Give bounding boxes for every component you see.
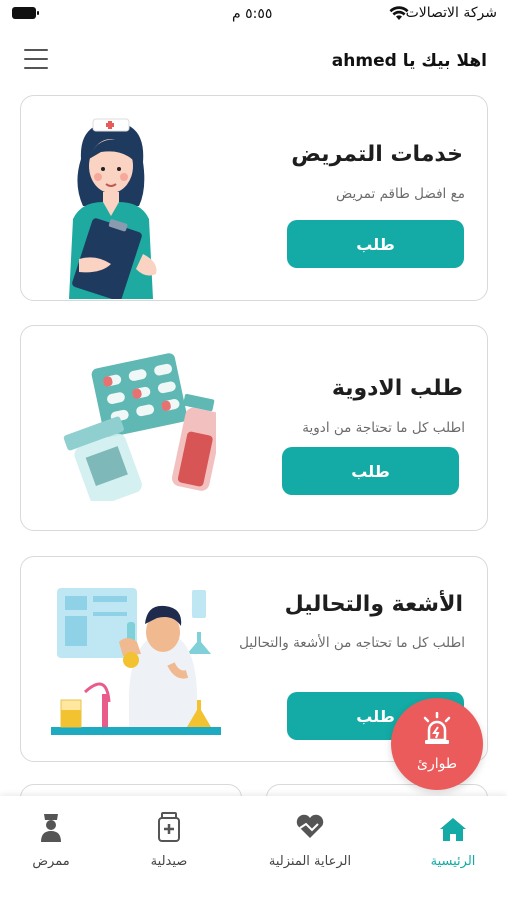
nav-label: ممرض (32, 854, 70, 869)
order-medicine-button[interactable]: طلب (282, 447, 459, 495)
card-title: طلب الادوية (331, 376, 463, 401)
nav-pharmacy[interactable]: صيدلية (114, 810, 224, 869)
emergency-button[interactable]: طوارئ (391, 698, 483, 790)
nurse-icon (41, 814, 61, 842)
medicine-illustration (63, 353, 216, 501)
card-subtitle: مع افضل طاقم تمريض (335, 186, 465, 202)
heart-hands-icon (296, 814, 324, 838)
nav-home[interactable]: الرئيسية (398, 810, 507, 869)
menu-icon[interactable] (24, 49, 48, 71)
card-title: الأشعة والتحاليل (284, 592, 463, 617)
card-title: خدمات التمريض (291, 142, 463, 167)
medicine-service-card: طلب الادوية اطلب كل ما تحتاجة من ادوية ط… (20, 325, 488, 531)
nav-home-care[interactable]: الرعاية المنزلية (255, 810, 365, 869)
battery-icon (12, 7, 39, 19)
order-nursing-button[interactable]: طلب (287, 220, 464, 268)
nav-label: الرعاية المنزلية (268, 854, 352, 869)
nav-label: صيدلية (150, 854, 188, 869)
lab-illustration (51, 588, 221, 735)
bottom-navigation: الرئيسية الرعاية المنزلية صيدلية ممرض (0, 796, 507, 900)
emergency-label: طوارئ (417, 756, 457, 772)
nurse-illustration (69, 118, 157, 299)
card-subtitle: اطلب كل ما تحتاجة من ادوية (302, 420, 465, 436)
home-icon (440, 818, 466, 841)
card-subtitle: اطلب كل ما تحتاجه من الأشعة والتحاليل (239, 635, 465, 651)
greeting-text: اهلا بيك يا ahmed (331, 51, 487, 71)
siren-icon (423, 712, 451, 744)
nav-label: الرئيسية (430, 854, 476, 869)
nursing-service-card: خدمات التمريض مع افضل طاقم تمريض طلب (20, 95, 488, 301)
medicine-bottle-icon (158, 812, 180, 842)
app-header: اهلا بيك يا ahmed (0, 45, 507, 81)
nav-nurse[interactable]: ممرض (0, 810, 106, 869)
status-time: ٥:٥٥ م (232, 6, 273, 22)
carrier-name: شركة الاتصالات (405, 5, 497, 21)
status-bar: ٥:٥٥ م شركة الاتصالات (0, 0, 507, 28)
